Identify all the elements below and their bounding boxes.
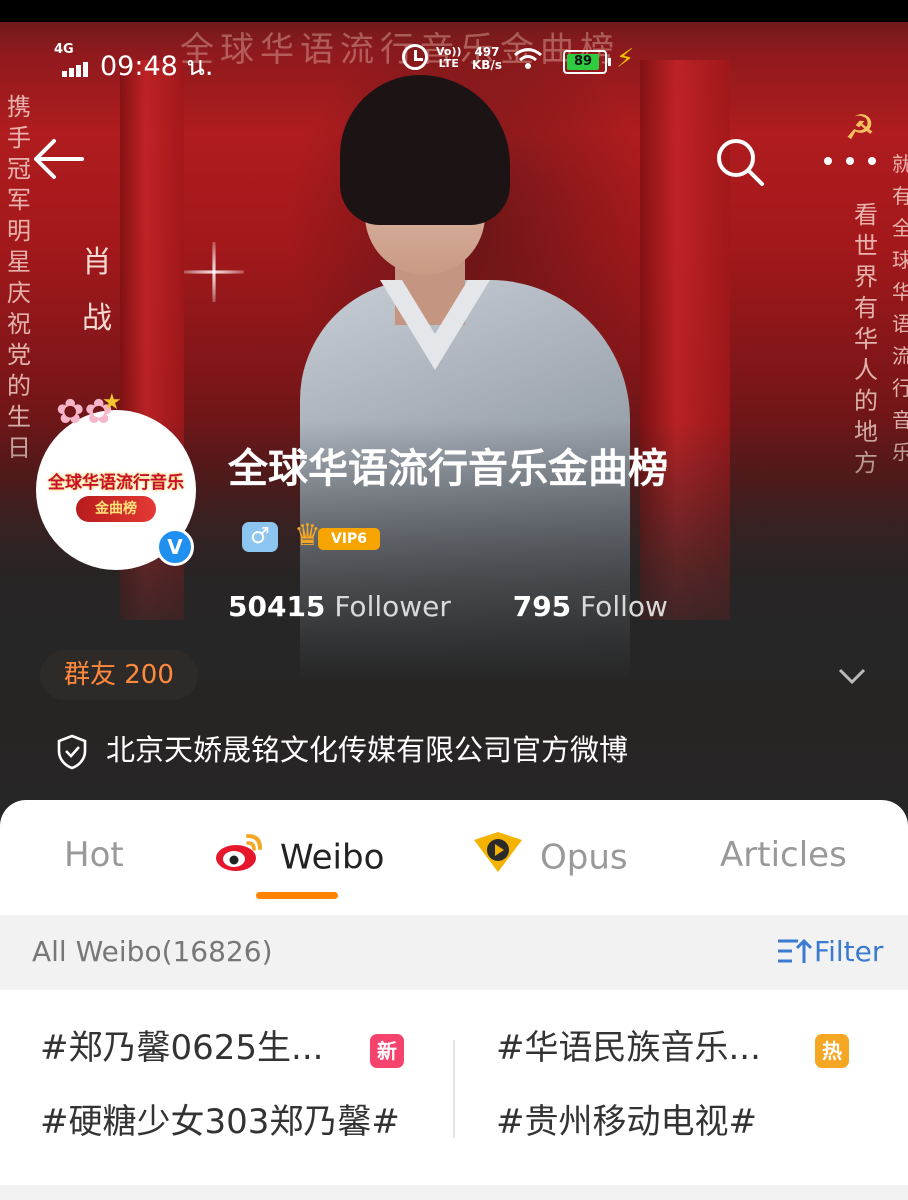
network-type: 4G [54, 42, 74, 57]
chevron-down-icon[interactable] [838, 662, 866, 690]
lte-label: LTE [438, 57, 459, 70]
avatar-logo-text: 全球华语流行音乐 [48, 473, 184, 493]
shield-icon [56, 734, 88, 770]
filter-button[interactable]: Filter [776, 935, 883, 972]
avatar-star-icon: ★ [102, 390, 122, 415]
follow-label: Follow [580, 590, 668, 623]
feed-filter-bar: All Weibo(16826) Filter [0, 915, 908, 990]
banner-vertical-name: 肖战 [82, 245, 112, 336]
status-time: 09:48 น. [100, 51, 214, 82]
follow-count: 795 [512, 590, 572, 623]
all-weibo-count: All Weibo(16826) [32, 935, 273, 968]
topic-link[interactable]: #贵州移动电视# [496, 1094, 757, 1143]
follow-stat[interactable]: 795 Follow [513, 590, 668, 623]
hot-badge: 热 [815, 1034, 849, 1068]
signal-icon [62, 58, 90, 77]
vip-badge[interactable]: VIP6 ♛ [294, 518, 386, 554]
alarm-icon [402, 44, 428, 70]
follow-stats: 50415 Follower 795 Follow [228, 590, 668, 623]
tab-hot-label: Hot [64, 835, 124, 875]
follower-label: Follower [334, 590, 451, 623]
profile-name: 全球华语流行音乐金曲榜 [228, 446, 668, 492]
sparkle-decoration [184, 242, 244, 302]
tab-weibo[interactable]: Weibo [214, 830, 384, 880]
search-icon[interactable] [714, 136, 766, 188]
profile-header-banner: 全球华语流行音乐金曲榜 携手冠军明星庆祝党的生日 肖战 看世界有华人的地方 就有… [0, 0, 908, 830]
weibo-logo-icon [214, 830, 266, 888]
battery-level: 89 [567, 54, 600, 70]
filter-label: Filter [814, 935, 884, 968]
charging-bolt-icon: ⚡ [616, 44, 635, 74]
vip-crown-icon: ♛ [294, 518, 321, 553]
organization-text: 北京天娇晟铭文化传媒有限公司官方微博 [106, 733, 629, 767]
topic-divider [453, 1040, 455, 1138]
tab-opus-label: Opus [540, 837, 628, 878]
tab-opus[interactable]: Opus [470, 830, 628, 880]
volte-indicator: Vo)) LTE [436, 46, 462, 70]
tab-articles-label: Articles [720, 835, 847, 875]
topic-link[interactable]: #华语民族音乐... [496, 1020, 761, 1069]
more-icon[interactable] [820, 146, 880, 176]
tab-weibo-label: Weibo [280, 837, 385, 878]
status-bar: 4G 09:48 น. Vo)) LTE 497 KB/s 89 ⚡ [0, 38, 908, 84]
topic-link[interactable]: #郑乃馨0625生... [40, 1020, 323, 1069]
speed-unit: KB/s [472, 58, 502, 72]
follower-count: 50415 [228, 590, 326, 623]
banner-vertical-text-left: 携手冠军明星庆祝党的生日 [7, 93, 31, 462]
top-black-strip [0, 0, 908, 22]
wifi-icon [513, 46, 543, 78]
back-arrow-icon[interactable] [30, 135, 86, 183]
bottom-strip [0, 1185, 908, 1200]
tab-hot[interactable]: Hot [64, 830, 124, 880]
gender-male-icon: ♂ [242, 522, 278, 552]
group-members-button[interactable]: 群友 200 [40, 650, 198, 700]
new-badge: 新 [370, 1034, 404, 1068]
filter-icon [776, 937, 813, 972]
profile-tabs: Hot Weibo Opus Articles [0, 800, 908, 915]
follower-stat[interactable]: 50415 Follower [228, 590, 451, 623]
battery-icon: 89 [563, 50, 611, 74]
network-speed: 497 KB/s [472, 46, 502, 72]
portrait-hair [340, 75, 510, 225]
tab-articles[interactable]: Articles [720, 830, 847, 880]
active-tab-indicator [256, 892, 338, 899]
avatar-logo-subtext: 金曲榜 [76, 496, 156, 522]
avatar-logo: 全球华语流行音乐 金曲榜 [46, 450, 186, 530]
topic-link[interactable]: #硬糖少女303郑乃馨# [40, 1094, 400, 1143]
verified-icon: V [156, 528, 194, 566]
opus-icon [470, 830, 526, 888]
